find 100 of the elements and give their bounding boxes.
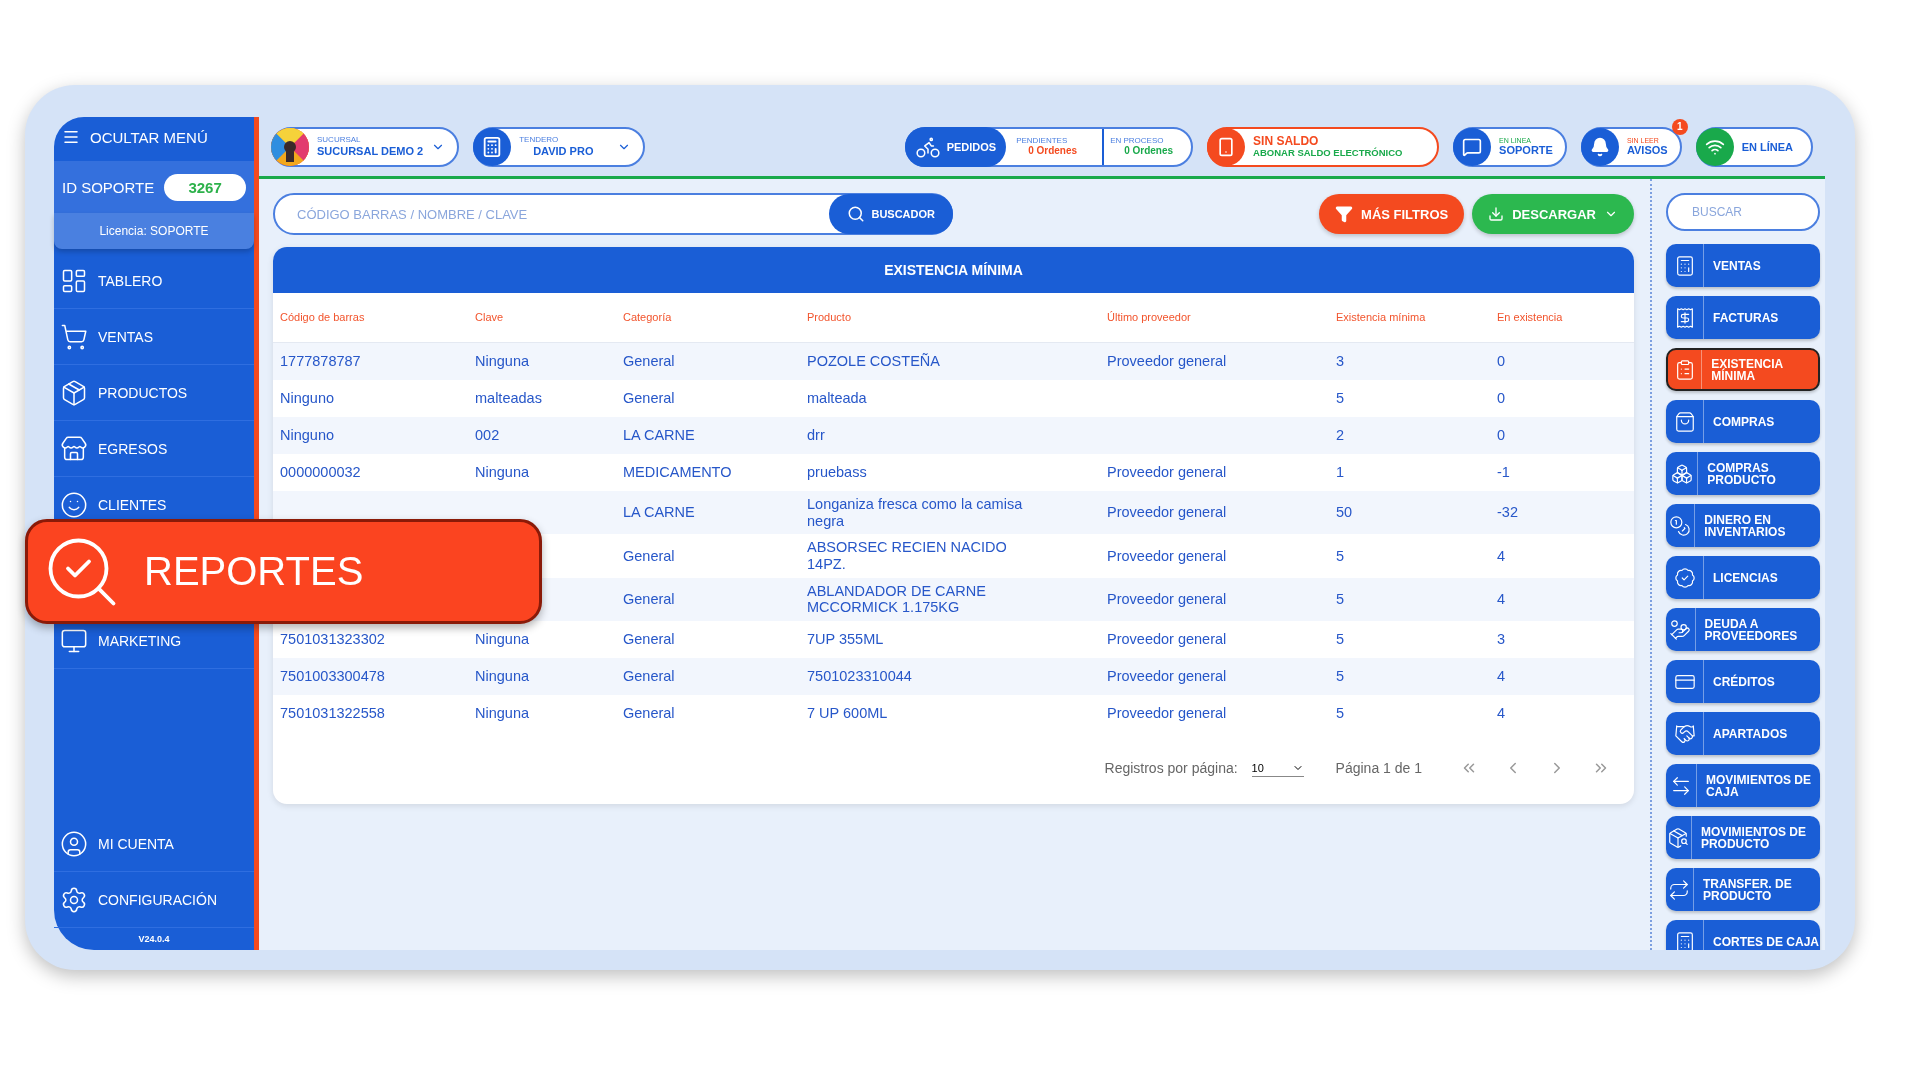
sidebar-item[interactable]: CONFIGURACIÓN: [54, 872, 254, 928]
sidebar-item[interactable]: VENTAS: [54, 309, 254, 365]
branch-selector[interactable]: SUCURSAL SUCURSAL DEMO 2: [271, 126, 460, 167]
table-cell-text: ABLANDADOR DE CARNE MCCORMICK 1.175KG: [807, 582, 987, 617]
report-search-field[interactable]: BUSCAR: [1666, 193, 1820, 231]
sidebar-item[interactable]: TABLERO: [54, 253, 254, 309]
table-title: EXISTENCIA MÍNIMA: [273, 247, 1634, 293]
table-cell-text: 0: [1497, 390, 1507, 407]
report-button[interactable]: CRÉDITOS: [1666, 660, 1820, 703]
table-cell-text: malteadas: [475, 390, 543, 407]
column-header: Código de barras: [280, 311, 366, 324]
table-cell-text: malteada: [807, 390, 868, 407]
report-button[interactable]: COMPRAS PRODUCTO: [1666, 452, 1820, 495]
clerk-selector[interactable]: TENDERO DAVID PRO: [473, 126, 646, 167]
more-filters-button[interactable]: MÁS FILTROS: [1319, 194, 1465, 234]
sidebar-item[interactable]: PRODUCTOS: [54, 365, 254, 421]
report-button[interactable]: DINERO EN INVENTARIOS: [1666, 504, 1820, 547]
report-button[interactable]: VENTAS: [1666, 244, 1820, 287]
report-button[interactable]: TRANSFER. DE PRODUCTO: [1666, 868, 1820, 911]
callout-label: REPORTES: [144, 549, 364, 594]
table-cell-text: 5: [1336, 591, 1346, 608]
version-label: V24.0.4: [137, 933, 171, 946]
report-button[interactable]: APARTADOS: [1666, 712, 1820, 755]
table-cell-text: Ninguna: [475, 631, 530, 648]
coins-icon: [1669, 514, 1692, 537]
bell-icon: [1589, 136, 1610, 157]
column-header: En existencia: [1497, 311, 1564, 324]
report-button[interactable]: LICENCIAS: [1666, 556, 1820, 599]
table-cell-text: 3: [1336, 353, 1346, 370]
table-cell-text: -32: [1497, 504, 1519, 521]
user-icon: [60, 829, 88, 858]
report-button[interactable]: CORTES DE CAJA: [1666, 920, 1820, 950]
table-cell-text: 7501003300478: [280, 668, 386, 685]
table-cell-text: General: [623, 705, 676, 722]
per-page-label: Registros por página:: [1104, 760, 1238, 777]
boxes-icon: [1670, 462, 1693, 485]
table-cell-text: 7501031323302: [280, 631, 386, 648]
connection-status[interactable]: EN LÍNEA: [1695, 126, 1813, 167]
support-label: SOPORTE: [1499, 144, 1553, 157]
table-cell-text: pruebass: [807, 464, 868, 481]
sidebar-item[interactable]: MI CUENTA: [54, 816, 254, 872]
table-cell-text: 4: [1497, 547, 1507, 565]
table-cell-text: Proveedor general: [1107, 631, 1228, 648]
per-page-select[interactable]: 10: [1251, 759, 1304, 777]
report-button[interactable]: COMPRAS: [1666, 400, 1820, 443]
sidebar-item[interactable]: EGRESOS: [54, 421, 254, 477]
license-label: Licencia: SOPORTE: [54, 213, 254, 249]
table-cell-text: General: [623, 591, 676, 608]
filter-icon: [1335, 205, 1354, 223]
notices-label: AVISOS: [1626, 144, 1668, 157]
search-field[interactable]: CÓDIGO BARRAS / NOMBRE / CLAVE BUSCADOR: [273, 193, 953, 235]
badge-icon: [1673, 566, 1696, 589]
table-cell-text: 5: [1336, 705, 1346, 722]
table-cell-text: ABSORSEC RECIEN NACIDO 14PZ.: [807, 539, 1008, 573]
balance-status: SIN SALDO: [1253, 134, 1320, 148]
page-indicator: Página 1 de 1: [1335, 760, 1422, 777]
pending-orders: 0 Ordenes: [1027, 145, 1079, 157]
report-button[interactable]: DEUDA A PROVEEDORES: [1666, 608, 1820, 651]
report-button[interactable]: MOVIMIENTOS DE PRODUCTO: [1666, 816, 1820, 859]
table-cell-text: LA CARNE: [623, 504, 696, 521]
package-search-icon: [1667, 826, 1690, 849]
table-cell-text: Ninguna: [475, 705, 530, 722]
column-header: Último proveedor: [1107, 311, 1192, 324]
table-cell-text: POZOLE COSTEÑA: [807, 353, 941, 370]
support-id-value: 3267: [164, 173, 246, 201]
settings-icon: [60, 885, 88, 914]
report-button[interactable]: FACTURAS: [1666, 296, 1820, 339]
table-cell-text: General: [623, 390, 676, 407]
in-process-orders: 0 Ordenes: [1123, 145, 1174, 157]
table-cell-text: 5: [1336, 547, 1346, 565]
table-cell-text: 7501023310044: [807, 668, 913, 685]
download-icon: [1488, 206, 1505, 222]
report-button[interactable]: MOVIMIENTOS DE CAJA: [1666, 764, 1820, 807]
unread-badge: 1: [1671, 118, 1688, 135]
balance-button[interactable]: SIN SALDO ABONAR SALDO ELECTRÓNICO: [1207, 126, 1440, 167]
repeat-icon: [1668, 878, 1691, 901]
hide-menu-button[interactable]: OCULTAR MENÚ: [54, 117, 254, 157]
table-cell-text: General: [623, 631, 676, 648]
column-header: Existencia mínima: [1336, 311, 1427, 324]
column-header: Producto: [807, 311, 853, 324]
table-cell-text: Proveedor general: [1107, 464, 1228, 481]
table-cell-text: General: [623, 547, 676, 565]
table-cell-text: Proveedor general: [1107, 591, 1228, 608]
table-cell-text: 1777878787: [280, 353, 362, 370]
package-icon: [60, 378, 88, 407]
search-button[interactable]: BUSCADOR: [829, 194, 953, 234]
table-cell-text: 7UP 355ML: [807, 631, 885, 648]
table-cell-text: 4: [1497, 591, 1507, 608]
balance-action: ABONAR SALDO ELECTRÓNICO: [1253, 147, 1403, 159]
table-cell-text: Proveedor general: [1107, 547, 1228, 565]
cart-icon: [60, 322, 88, 351]
bag-icon: [1673, 410, 1696, 433]
table-cell-text: 2: [1336, 427, 1346, 444]
in-process-caption: EN PROCESO: [1110, 136, 1165, 146]
table-cell-text: Longaniza fresca como la camisa negra: [807, 496, 1024, 530]
table-cell-text: General: [623, 353, 676, 370]
report-button[interactable]: EXISTENCIA MÍNIMA: [1666, 348, 1820, 391]
column-header: Categoría: [623, 311, 673, 324]
table-cell-text: drr: [807, 427, 826, 444]
orders-button[interactable]: PEDIDOS: [904, 126, 1007, 167]
